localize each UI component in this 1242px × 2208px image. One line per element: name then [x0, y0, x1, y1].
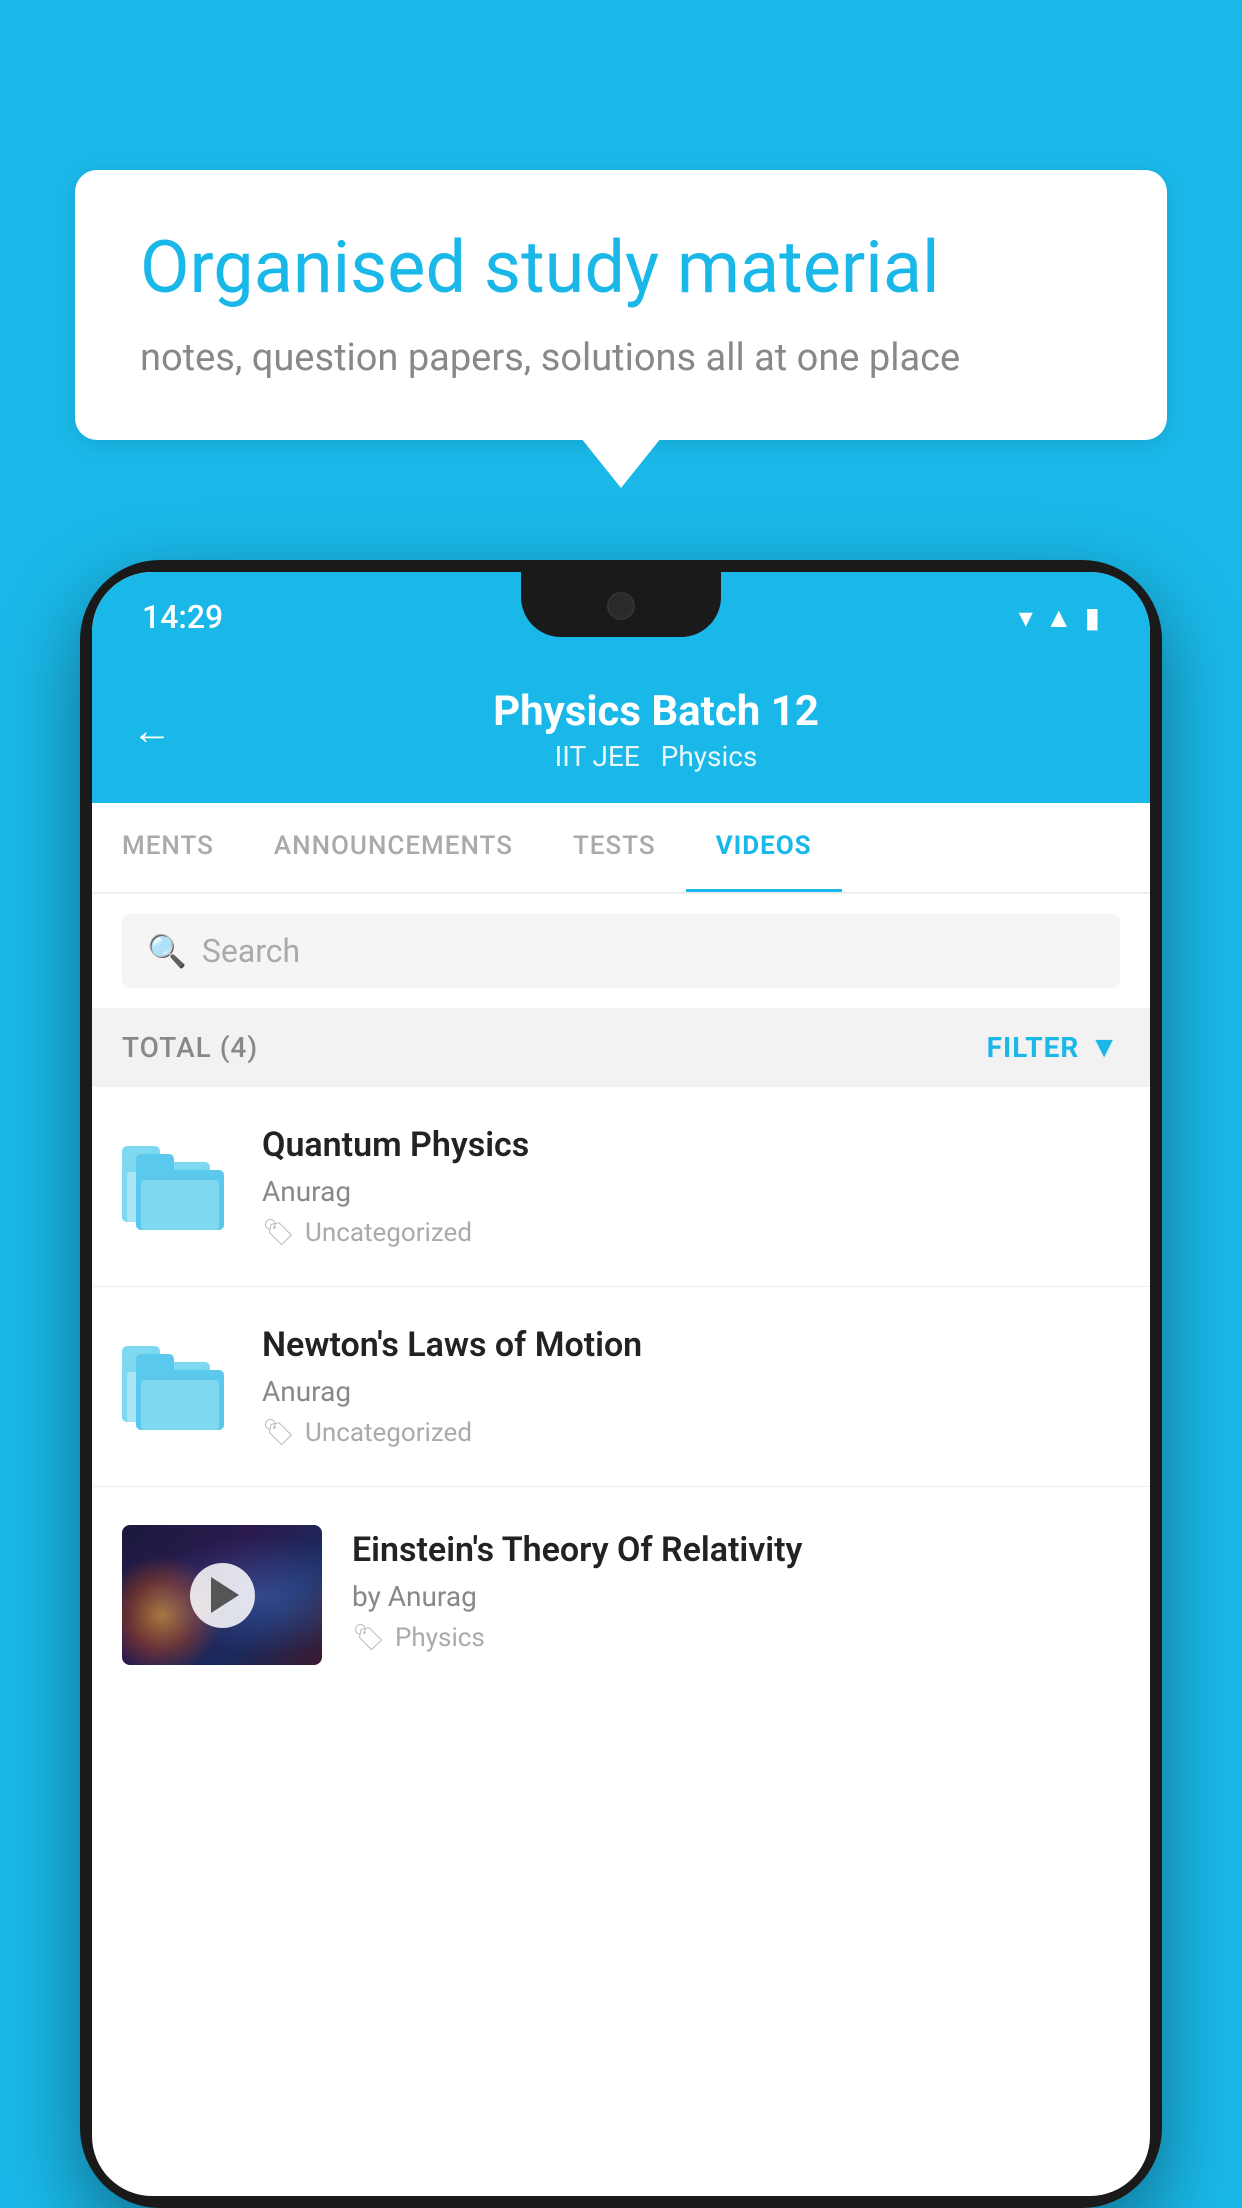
- tab-ments[interactable]: MENTS: [92, 803, 244, 892]
- back-button[interactable]: ←: [132, 707, 172, 754]
- list-item[interactable]: Newton's Laws of Motion Anurag 🏷 Uncateg…: [92, 1287, 1150, 1487]
- tabs-bar: MENTS ANNOUNCEMENTS TESTS VIDEOS: [92, 803, 1150, 894]
- play-triangle-icon: [211, 1577, 239, 1613]
- video-tag-3: Physics: [395, 1623, 485, 1653]
- tab-tests[interactable]: TESTS: [543, 803, 686, 892]
- wifi-icon: ▾: [1019, 601, 1033, 634]
- video-tag-2: Uncategorized: [305, 1418, 472, 1448]
- subtitle-part2: Physics: [661, 740, 758, 773]
- total-label: TOTAL (4): [122, 1031, 258, 1064]
- phone-frame: 14:29 ▾ ▲ ▮ ← Physics Batch 12 IIT JEE: [80, 560, 1162, 2208]
- tab-announcements[interactable]: ANNOUNCEMENTS: [244, 803, 543, 892]
- video-author-2: Anurag: [262, 1375, 1120, 1408]
- search-input-wrapper[interactable]: 🔍 Search: [122, 914, 1120, 988]
- search-placeholder: Search: [202, 932, 300, 970]
- status-bar: 14:29 ▾ ▲ ▮: [92, 572, 1150, 662]
- video-title-2: Newton's Laws of Motion: [262, 1325, 1120, 1365]
- camera-notch: [607, 592, 635, 620]
- speech-bubble: Organised study material notes, question…: [75, 170, 1167, 440]
- tag-icon-1: 🏷: [262, 1218, 295, 1248]
- phone-notch: [521, 572, 721, 637]
- app-header: ← Physics Batch 12 IIT JEE Physics: [92, 662, 1150, 803]
- filter-funnel-icon: ▼: [1089, 1030, 1120, 1065]
- video-info-2: Newton's Laws of Motion Anurag 🏷 Uncateg…: [262, 1325, 1120, 1448]
- filter-bar: TOTAL (4) FILTER ▼: [92, 1008, 1150, 1087]
- video-title-1: Quantum Physics: [262, 1125, 1120, 1165]
- status-icons: ▾ ▲ ▮: [1019, 601, 1100, 634]
- tab-videos[interactable]: VIDEOS: [686, 803, 842, 892]
- video-info-3: Einstein's Theory Of Relativity by Anura…: [352, 1525, 1120, 1653]
- video-tag-row-3: 🏷 Physics: [352, 1623, 1120, 1653]
- video-author-3: by Anurag: [352, 1580, 1120, 1613]
- phone-screen: 14:29 ▾ ▲ ▮ ← Physics Batch 12 IIT JEE: [92, 572, 1150, 2196]
- video-tag-row-2: 🏷 Uncategorized: [262, 1418, 1120, 1448]
- video-thumbnail-3: [122, 1525, 322, 1665]
- subtitle-part1: IIT JEE: [555, 740, 640, 773]
- status-time: 14:29: [142, 598, 223, 636]
- header-subtitle: IIT JEE Physics: [202, 740, 1110, 773]
- header-title-group: Physics Batch 12 IIT JEE Physics: [202, 687, 1110, 773]
- folder-icon-1: [122, 1130, 232, 1230]
- video-tag-row-1: 🏷 Uncategorized: [262, 1218, 1120, 1248]
- video-thumb-2: [122, 1325, 232, 1435]
- filter-label: FILTER: [987, 1031, 1080, 1064]
- tag-icon-3: 🏷: [352, 1623, 385, 1653]
- battery-icon: ▮: [1085, 601, 1100, 634]
- video-tag-1: Uncategorized: [305, 1218, 472, 1248]
- phone-inner: 14:29 ▾ ▲ ▮ ← Physics Batch 12 IIT JEE: [92, 572, 1150, 2196]
- folder-icon-2: [122, 1330, 232, 1430]
- video-title-3: Einstein's Theory Of Relativity: [352, 1530, 1120, 1570]
- video-thumb-1: [122, 1125, 232, 1235]
- video-author-1: Anurag: [262, 1175, 1120, 1208]
- filter-button[interactable]: FILTER ▼: [987, 1030, 1120, 1065]
- video-info-1: Quantum Physics Anurag 🏷 Uncategorized: [262, 1125, 1120, 1248]
- list-item[interactable]: Quantum Physics Anurag 🏷 Uncategorized: [92, 1087, 1150, 1287]
- play-button-3[interactable]: [190, 1563, 255, 1628]
- tag-icon-2: 🏷: [262, 1418, 295, 1448]
- bubble-subtitle: notes, question papers, solutions all at…: [140, 336, 1102, 380]
- list-item[interactable]: Einstein's Theory Of Relativity by Anura…: [92, 1487, 1150, 1703]
- search-icon: 🔍: [147, 932, 187, 970]
- video-list: Quantum Physics Anurag 🏷 Uncategorized: [92, 1087, 1150, 1703]
- signal-icon: ▲: [1045, 601, 1073, 634]
- bubble-title: Organised study material: [140, 225, 1102, 311]
- header-title: Physics Batch 12: [202, 687, 1110, 736]
- search-container: 🔍 Search: [92, 894, 1150, 1008]
